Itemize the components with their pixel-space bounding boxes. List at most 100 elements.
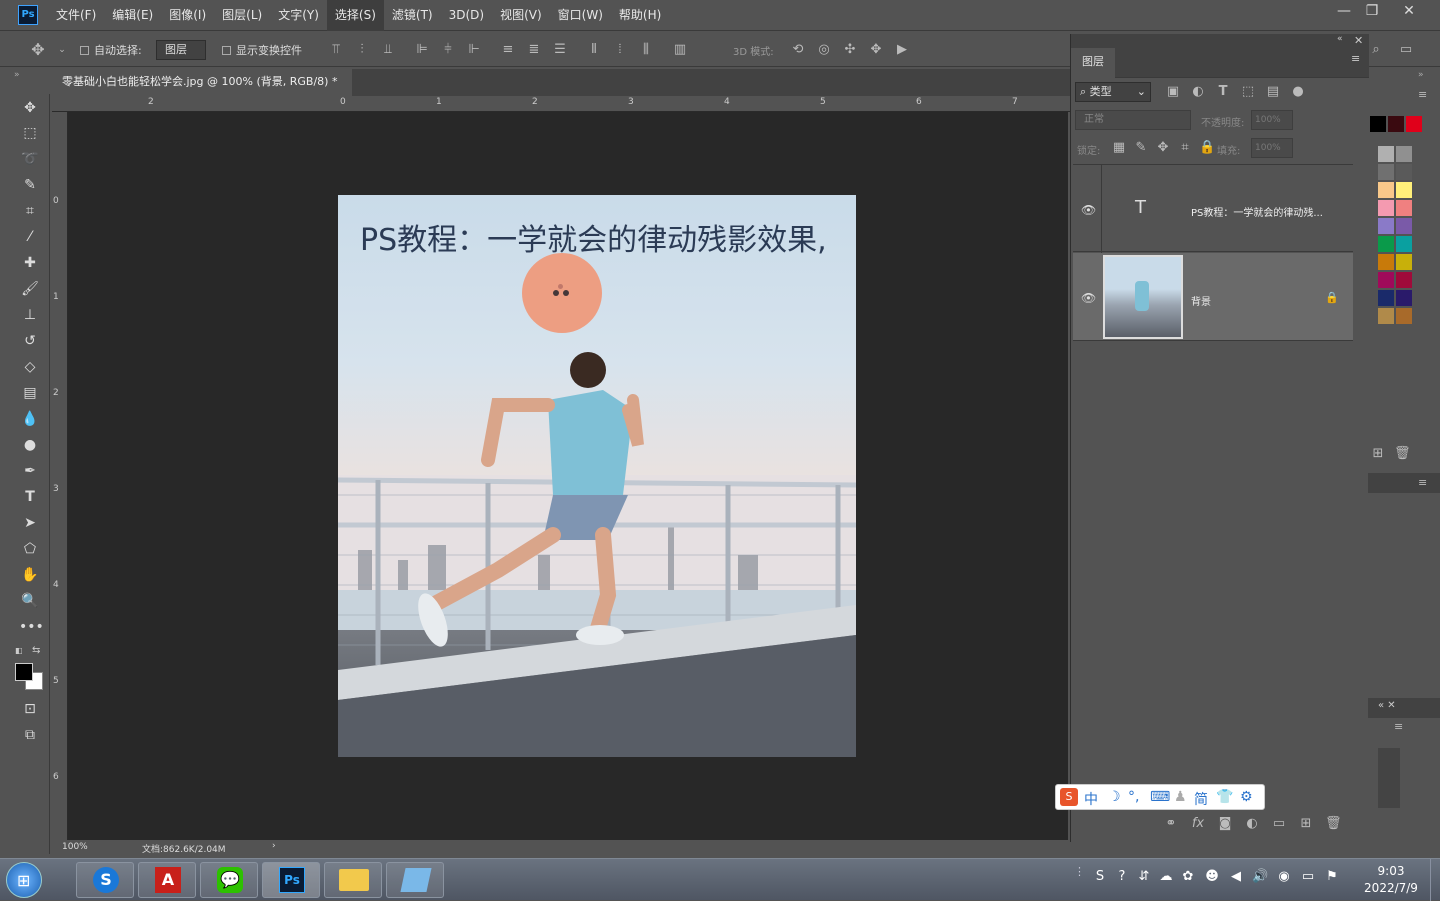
- color-swatch[interactable]: [1396, 218, 1412, 234]
- blend-mode-dropdown[interactable]: 正常: [1075, 110, 1191, 130]
- color-swatch[interactable]: [1396, 200, 1412, 216]
- filter-shape-icon[interactable]: ⬚: [1240, 84, 1256, 100]
- distribute-bottom-icon[interactable]: ☰: [552, 42, 568, 58]
- ime-tray-icon[interactable]: ◉: [1276, 869, 1292, 885]
- 3d-scale-icon[interactable]: ▶: [894, 42, 910, 58]
- color-swatch[interactable]: [1396, 236, 1412, 252]
- delete-layer-icon[interactable]: 🗑: [1325, 816, 1342, 832]
- color-swatch[interactable]: [1378, 272, 1394, 288]
- flag-tray-icon[interactable]: ⚑: [1324, 869, 1340, 885]
- sogou-logo-icon[interactable]: S: [1060, 788, 1078, 806]
- start-button[interactable]: ⊞: [6, 862, 42, 898]
- layer-row-background[interactable]: 👁 背景 🔒: [1073, 253, 1353, 341]
- filter-smart-object-icon[interactable]: ▤: [1265, 84, 1281, 100]
- marquee-tool[interactable]: ⬚: [19, 122, 41, 144]
- system-clock[interactable]: 9:03 2022/7/9: [1356, 863, 1426, 897]
- collapse-toolbar-icon[interactable]: »: [14, 70, 20, 80]
- link-layers-icon[interactable]: ⚭: [1163, 816, 1179, 832]
- collapse-history-icon[interactable]: « ✕: [1378, 700, 1396, 711]
- color-swatch[interactable]: [1396, 182, 1412, 198]
- skin-icon[interactable]: 👕: [1216, 789, 1233, 805]
- status-menu-arrow-icon[interactable]: ›: [272, 841, 276, 851]
- quick-mask-icon[interactable]: ⊡: [19, 698, 41, 720]
- color-swatch[interactable]: [1396, 164, 1412, 180]
- taskbar-wechat[interactable]: 💬: [200, 862, 258, 898]
- speaker-tray-icon[interactable]: ◀: [1228, 869, 1244, 885]
- align-hcenter-icon[interactable]: ⫩: [440, 42, 456, 58]
- help-tray-icon[interactable]: ?: [1114, 869, 1130, 885]
- close-layers-icon[interactable]: ✕: [1354, 34, 1363, 47]
- align-left-icon[interactable]: ⊫: [414, 42, 430, 58]
- healing-brush-tool[interactable]: ✚: [19, 252, 41, 274]
- color-swatch[interactable]: [1378, 254, 1394, 270]
- lock-position-icon[interactable]: ✥: [1155, 140, 1171, 156]
- color-swatch[interactable]: [1396, 146, 1412, 162]
- ime-chinese-mode[interactable]: 中: [1084, 789, 1098, 809]
- color-swatch[interactable]: [1378, 164, 1394, 180]
- quick-select-tool[interactable]: ✎: [19, 174, 41, 196]
- flower-tray-icon[interactable]: ✿: [1180, 869, 1196, 885]
- color-swatch[interactable]: [1396, 254, 1412, 270]
- minimize-button[interactable]: —: [1330, 0, 1358, 24]
- settings-gear-icon[interactable]: ⚙: [1240, 789, 1253, 805]
- keyboard-icon[interactable]: ⌨: [1150, 789, 1170, 805]
- punctuation-icon[interactable]: °,: [1128, 789, 1139, 805]
- color-swatch[interactable]: [1396, 272, 1412, 288]
- lock-transparent-icon[interactable]: ▦: [1111, 140, 1127, 156]
- moon-icon[interactable]: ☽: [1108, 789, 1121, 805]
- tool-preset-chevron-icon[interactable]: ⌄: [54, 42, 70, 58]
- lasso-tool[interactable]: ➰: [19, 148, 41, 170]
- brush-tool[interactable]: 🖌: [19, 278, 41, 300]
- collapse-layers-icon[interactable]: «: [1337, 34, 1343, 44]
- auto-align-icon[interactable]: ▥: [672, 42, 688, 58]
- qq-tray-icon[interactable]: ☻: [1204, 869, 1220, 885]
- auto-select-checkbox[interactable]: 自动选择:: [80, 42, 142, 58]
- auto-select-dropdown[interactable]: 图层: [156, 40, 206, 60]
- layer-filter-dropdown[interactable]: ⌕ 类型 ⌄: [1075, 82, 1151, 102]
- add-mask-icon[interactable]: ◙: [1217, 816, 1233, 832]
- color-swatch[interactable]: [1378, 146, 1394, 162]
- expand-panels-icon[interactable]: »: [1418, 70, 1424, 80]
- hand-tool[interactable]: ✋: [19, 564, 41, 586]
- filter-pixel-icon[interactable]: ▣: [1165, 84, 1181, 100]
- menu-view[interactable]: 视图(V): [492, 0, 550, 31]
- type-tool[interactable]: T: [19, 486, 41, 508]
- default-colors-icon[interactable]: ◧: [15, 646, 25, 656]
- visibility-eye-icon[interactable]: 👁: [1081, 291, 1096, 305]
- path-select-tool[interactable]: ➤: [19, 512, 41, 534]
- layer-name[interactable]: PS教程：一学就会的律动残...: [1191, 204, 1323, 219]
- screen-mode-icon[interactable]: ⧉: [19, 724, 41, 746]
- menu-3d[interactable]: 3D(D): [441, 0, 492, 31]
- taskbar-autocad[interactable]: A: [138, 862, 196, 898]
- new-group-icon[interactable]: ▭: [1271, 816, 1287, 832]
- adjustment-layer-icon[interactable]: ◐: [1244, 816, 1260, 832]
- menu-filter[interactable]: 滤镜(T): [384, 0, 441, 31]
- menu-edit[interactable]: 编辑(E): [104, 0, 161, 31]
- 3d-roll-icon[interactable]: ◎: [816, 42, 832, 58]
- new-layer-icon[interactable]: ⊞: [1298, 816, 1314, 832]
- restore-button[interactable]: ❐: [1358, 0, 1386, 24]
- network-tray-icon[interactable]: ⇵: [1136, 869, 1152, 885]
- taskbar-explorer[interactable]: [324, 862, 382, 898]
- foreground-color-swatch[interactable]: [15, 663, 33, 681]
- move-tool-icon[interactable]: ✥: [30, 42, 46, 58]
- panel-menu-icon[interactable]: ≡: [1418, 88, 1427, 101]
- menu-help[interactable]: 帮助(H): [611, 0, 669, 31]
- layers-menu-icon[interactable]: ≡: [1351, 52, 1360, 65]
- dodge-tool[interactable]: ●: [19, 434, 41, 456]
- blur-tool[interactable]: 💧: [19, 408, 41, 430]
- eraser-tool[interactable]: ◇: [19, 356, 41, 378]
- distribute-top-icon[interactable]: ≡: [500, 42, 516, 58]
- 3d-rotate-icon[interactable]: ⟲: [790, 42, 806, 58]
- delete-swatch-icon[interactable]: 🗑: [1394, 446, 1411, 462]
- document-tab[interactable]: 零基础小白也能轻松学会.jpg @ 100% (背景, RGB/8) * ×: [52, 69, 352, 114]
- menu-image[interactable]: 图像(I): [161, 0, 214, 31]
- swap-colors-icon[interactable]: ⇆: [32, 645, 40, 656]
- menu-select[interactable]: 选择(S): [326, 0, 384, 31]
- filter-adjustment-icon[interactable]: ◐: [1190, 84, 1206, 100]
- workspace-icon[interactable]: ▭: [1398, 42, 1414, 58]
- shape-tool[interactable]: ⬠: [19, 538, 41, 560]
- ime-simplified[interactable]: 简: [1194, 789, 1208, 809]
- visibility-eye-icon[interactable]: 👁: [1081, 203, 1096, 217]
- show-desktop-button[interactable]: [1430, 859, 1440, 901]
